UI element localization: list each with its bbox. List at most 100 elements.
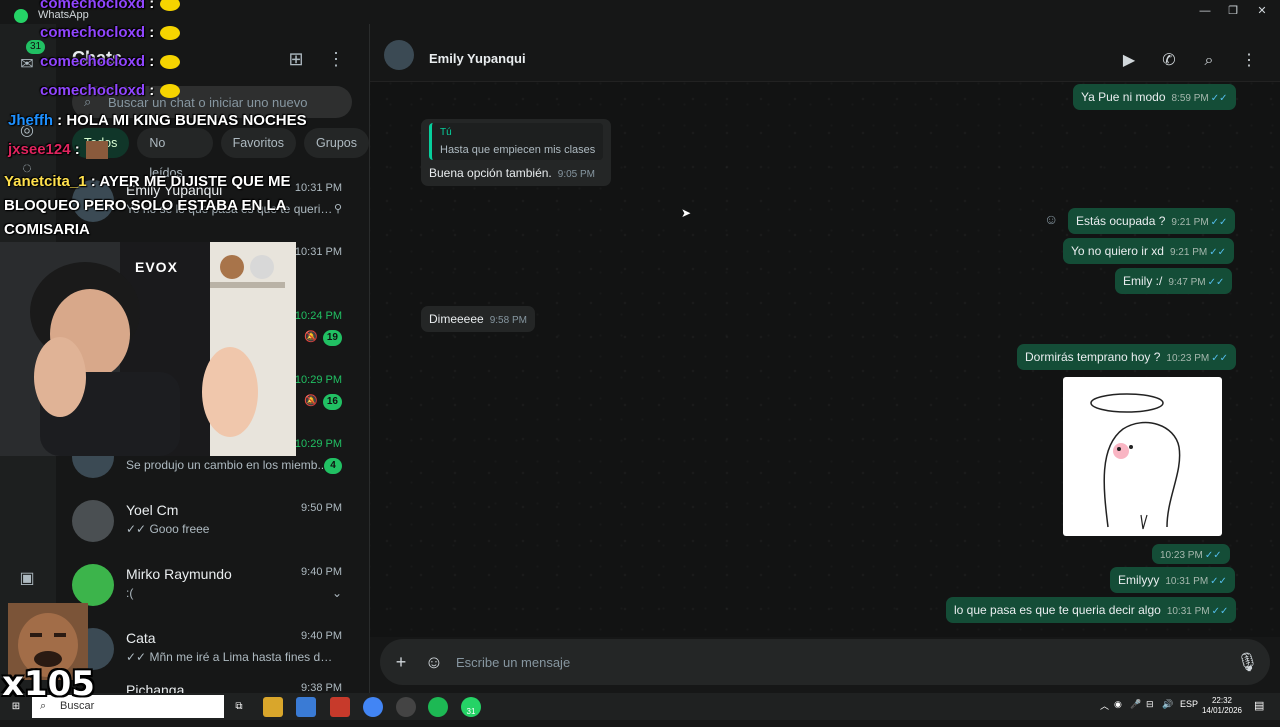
message-text: Ya Pue ni modo xyxy=(1081,90,1166,104)
windows-taskbar: ⊞ ⌕ Buscar ⧉ 31 ︿ ◉ 🎤 ⊟ 🔊 ESP 22:32 14/0… xyxy=(0,693,1280,720)
media-gallery-icon[interactable]: ▣ xyxy=(16,568,38,590)
message-outgoing[interactable]: Ya Pue ni modo 8:59 PM ✓✓ xyxy=(1073,84,1236,110)
chat-preview: ✓✓ Mñn me iré a Lima hasta fines de e... xyxy=(126,650,336,664)
filter-groups[interactable]: Grupos xyxy=(304,128,369,158)
search-icon: ⌕ xyxy=(40,700,47,712)
contact-name[interactable]: Emily Yupanqui xyxy=(429,51,526,66)
menu-kebab-icon[interactable]: ⋮ xyxy=(325,48,347,70)
message-outgoing[interactable]: Emilyyy 10:31 PM ✓✓ xyxy=(1110,567,1235,593)
filter-chips: Todos No leídos Favoritos Grupos xyxy=(72,128,369,180)
read-receipt-icon: ✓✓ xyxy=(1204,550,1222,561)
message-text: Yo no quiero ir xd xyxy=(1071,244,1164,258)
close-button[interactable]: ✕ xyxy=(1255,4,1269,18)
chat-row-emily[interactable]: Emily Yupanqui Yo no sé lo que pasa es q… xyxy=(56,170,370,234)
whatsapp-taskbar-icon[interactable]: 31 xyxy=(461,697,481,717)
minimize-button[interactable]: — xyxy=(1198,4,1212,18)
microphone-icon[interactable]: 🎙 xyxy=(1236,651,1259,673)
taskbar-clock[interactable]: 22:32 14/01/2026 xyxy=(1196,696,1248,716)
avatar xyxy=(72,500,114,542)
notifications-icon[interactable]: ▤ xyxy=(1254,699,1264,712)
voice-call-icon[interactable]: ✆ xyxy=(1158,50,1180,72)
message-outgoing[interactable]: lo que pasa es que te queria decir algo 1… xyxy=(946,597,1237,623)
chat-time: 9:50 PM xyxy=(301,502,342,514)
muted-bell-icon: 🔕 xyxy=(304,395,318,407)
pin-icon: ⚲ xyxy=(333,203,342,215)
chat-row-mirko[interactable]: Mirko Raymundo :( 9:40 PM ⌄ xyxy=(56,554,370,618)
message-outgoing[interactable]: Yo no quiero ir xd 9:21 PM ✓✓ xyxy=(1063,238,1234,264)
taskbar-search[interactable]: ⌕ Buscar xyxy=(32,695,224,718)
task-view-icon[interactable]: ⧉ xyxy=(229,697,249,717)
emoji-sticker-icon[interactable]: ☺ xyxy=(423,651,445,673)
tray-app-icon[interactable]: ◉ xyxy=(1114,699,1122,710)
windows-start-icon[interactable]: ⊞ xyxy=(6,697,26,717)
message-time: 10:23 PM xyxy=(1166,353,1210,364)
filter-unread[interactable]: No leídos xyxy=(137,128,213,180)
chats-unread-badge: 31 xyxy=(26,40,46,54)
chat-row[interactable]: 10:29 PM 🔕 16 xyxy=(56,362,370,426)
read-receipt-icon: ✓✓ xyxy=(1210,93,1228,104)
unread-badge: 19 xyxy=(322,330,342,346)
avatar xyxy=(72,372,114,414)
chat-row[interactable]: 10:31 PM xyxy=(56,234,370,298)
chat-name: Yoel Cm xyxy=(126,502,179,518)
chat-row-yoel[interactable]: Yoel Cm ✓✓ Gooo freee 9:50 PM xyxy=(56,490,370,554)
quoted-message[interactable]: Tú Hasta que empiecen mis clases xyxy=(429,123,603,160)
obs-icon[interactable] xyxy=(396,697,416,717)
taskbar-search-label: Buscar xyxy=(60,700,95,712)
app-icon[interactable] xyxy=(330,697,350,717)
chat-time: 10:31 PM xyxy=(294,182,342,194)
search-icon[interactable]: ⌕ xyxy=(1198,50,1220,72)
message-outgoing[interactable]: Estás ocupada ? 9:21 PM ✓✓ xyxy=(1068,208,1236,234)
chat-preview: Yo no sé lo que pasa es que te queria de… xyxy=(126,202,336,216)
chat-preview: Se produjo un cambio en los miemb... xyxy=(126,458,328,472)
spotify-icon[interactable] xyxy=(428,697,448,717)
chat-time: 10:29 PM xyxy=(294,374,342,386)
tray-chevron-icon[interactable]: ︿ xyxy=(1100,699,1109,712)
volume-icon[interactable]: 🔊 xyxy=(1162,699,1173,710)
chat-row-pichanga[interactable]: Pichanga 9:38 PM xyxy=(56,680,370,693)
network-icon[interactable]: ⊟ xyxy=(1146,699,1154,710)
message-incoming[interactable]: Dimeeeee 9:58 PM xyxy=(421,306,535,332)
chat-row[interactable]: 10:24 PM 🔕 19 xyxy=(56,298,370,362)
read-receipt-icon: ✓✓ xyxy=(1211,606,1229,617)
chevron-down-icon[interactable]: ⌄ xyxy=(332,586,342,600)
emoji-reaction-icon[interactable]: ☺ xyxy=(1044,211,1058,227)
chat-time: 10:29 PM xyxy=(294,438,342,450)
message-outgoing[interactable]: Emily :/ 9:47 PM ✓✓ xyxy=(1115,268,1233,294)
attach-plus-icon[interactable]: + xyxy=(390,651,412,673)
new-chat-icon[interactable]: ⊞ xyxy=(285,48,307,70)
contact-avatar[interactable] xyxy=(384,40,414,70)
menu-kebab-icon[interactable]: ⋮ xyxy=(1238,50,1260,72)
maximize-button[interactable]: ❐ xyxy=(1226,4,1240,18)
chat-search-box[interactable]: ⌕ xyxy=(72,86,352,118)
chat-time: 9:40 PM xyxy=(301,630,342,642)
ghost-sticker-icon xyxy=(1090,393,1181,530)
filter-favorites[interactable]: Favoritos xyxy=(220,128,296,158)
channels-nav-icon[interactable]: ◌ xyxy=(16,158,38,180)
chrome-icon[interactable] xyxy=(363,697,383,717)
avatar xyxy=(72,628,114,670)
sticker-image[interactable] xyxy=(1063,377,1222,536)
chat-row[interactable]: Se produjo un cambio en los miemb... 10:… xyxy=(56,426,370,490)
status-nav-icon[interactable]: ◎ xyxy=(16,120,38,142)
file-explorer-icon[interactable] xyxy=(263,697,283,717)
message-outgoing[interactable]: Dormirás temprano hoy ? 10:23 PM ✓✓ xyxy=(1017,344,1236,370)
microphone-icon[interactable]: 🎤 xyxy=(1130,699,1141,710)
chat-row-cata[interactable]: Cata ✓✓ Mñn me iré a Lima hasta fines de… xyxy=(56,618,370,682)
message-incoming-reply[interactable]: Tú Hasta que empiecen mis clases Buena o… xyxy=(421,119,611,186)
chats-nav-icon[interactable]: ✉ xyxy=(16,54,38,76)
avatar xyxy=(72,244,114,286)
chat-search-input[interactable] xyxy=(108,86,344,118)
app-icon[interactable] xyxy=(296,697,316,717)
message-input[interactable] xyxy=(456,647,1216,677)
chat-list-panel: Chats ⊞ ⋮ ⌕ Todos No leídos Favoritos Gr… xyxy=(56,24,370,693)
sticker-meta: 10:23 PM ✓✓ xyxy=(1152,544,1230,564)
message-text: Buena opción también. xyxy=(429,166,552,180)
read-receipt-icon: ✓✓ xyxy=(1210,217,1228,228)
message-time: 9:21 PM xyxy=(1169,247,1208,258)
clock-date: 14/01/2026 xyxy=(1201,706,1243,715)
chat-name: Mirko Raymundo xyxy=(126,566,232,582)
message-text: Emily :/ xyxy=(1123,274,1163,288)
video-call-icon[interactable]: ▶ xyxy=(1118,50,1140,72)
filter-all[interactable]: Todos xyxy=(72,128,130,158)
